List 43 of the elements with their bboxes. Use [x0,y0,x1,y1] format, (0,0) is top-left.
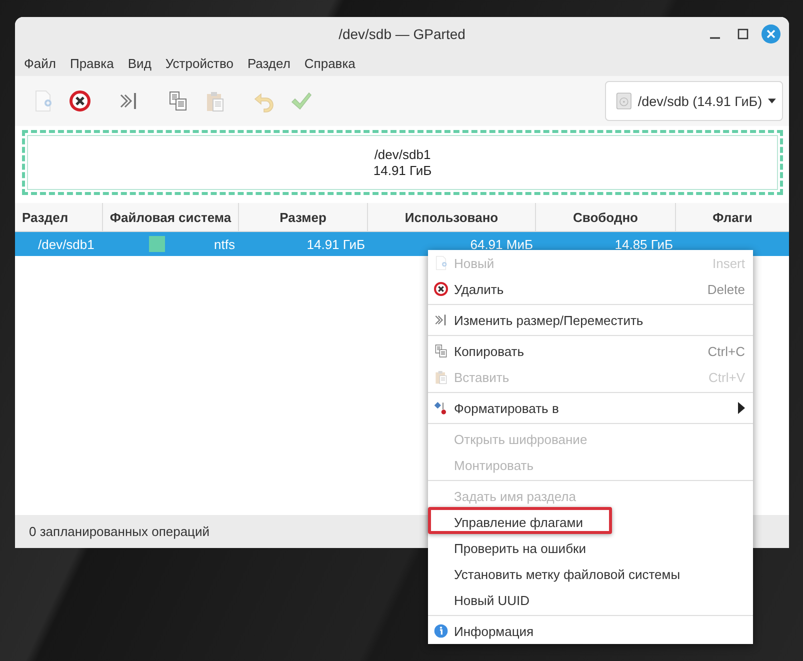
menu-item[interactable]: Справка [297,56,362,70]
menu-item[interactable]: Изменить размер/Переместить [428,307,753,333]
menu-item[interactable]: Новый UUID [428,587,753,613]
delete-icon [433,281,449,297]
partition-name: /dev/sdb1 [374,146,431,162]
menu-item[interactable]: Правка [62,56,121,70]
format-icon [433,400,449,416]
window-title: /dev/sdb — GParted [338,26,466,42]
column-header[interactable]: Раздел [15,203,103,231]
menu-item[interactable]: Информация [428,618,753,644]
table-cell: 14.91 ГиБ [306,236,365,252]
caret-icon [768,97,776,105]
menu-item[interactable]: Проверить на ошибки [428,535,753,561]
status-text: 0 запланированных операций [29,524,210,539]
column-header[interactable]: Флаги [676,203,789,231]
table-cell: 14.85 ГиБ [614,236,673,252]
copy-icon [433,343,449,359]
shortcut-label: Delete [707,282,745,296]
menu-item[interactable]: Удалить Delete [428,276,753,302]
menu-item[interactable]: Копировать Ctrl+C [428,338,753,364]
table-cell: /dev/sdb1 [38,236,94,252]
menu-item[interactable]: Файл [17,56,63,70]
column-header[interactable]: Размер [239,203,368,231]
device-dropdown[interactable]: /dev/sdb (14.91 ГиБ) [605,81,783,121]
table-cell: 64.91 МиБ [470,236,533,252]
partition-size: 14.91 ГиБ [373,162,432,178]
delete-icon [68,89,92,113]
clipboard-icon [433,369,449,385]
shortcut-label: Ctrl+C [708,344,745,358]
partition-block[interactable]: /dev/sdb1 14.91 ГиБ [22,130,783,195]
menu-item[interactable]: Устройство [158,56,240,70]
menu-item[interactable]: Форматировать в [428,395,753,421]
menu-item[interactable]: Раздел [240,56,298,70]
column-header[interactable]: Использовано [368,203,536,231]
new-document-icon [433,255,449,271]
menu-item[interactable]: Установить метку файловой системы [428,561,753,587]
column-header[interactable]: Свободно [536,203,676,231]
info-icon [433,623,449,639]
table-cell: ntfs [214,236,235,252]
close-icon[interactable] [761,24,781,44]
menu-item[interactable]: Вид [120,56,158,70]
menu-item[interactable]: Управление флагами [428,509,753,535]
column-header[interactable]: Файловая система [103,203,239,231]
